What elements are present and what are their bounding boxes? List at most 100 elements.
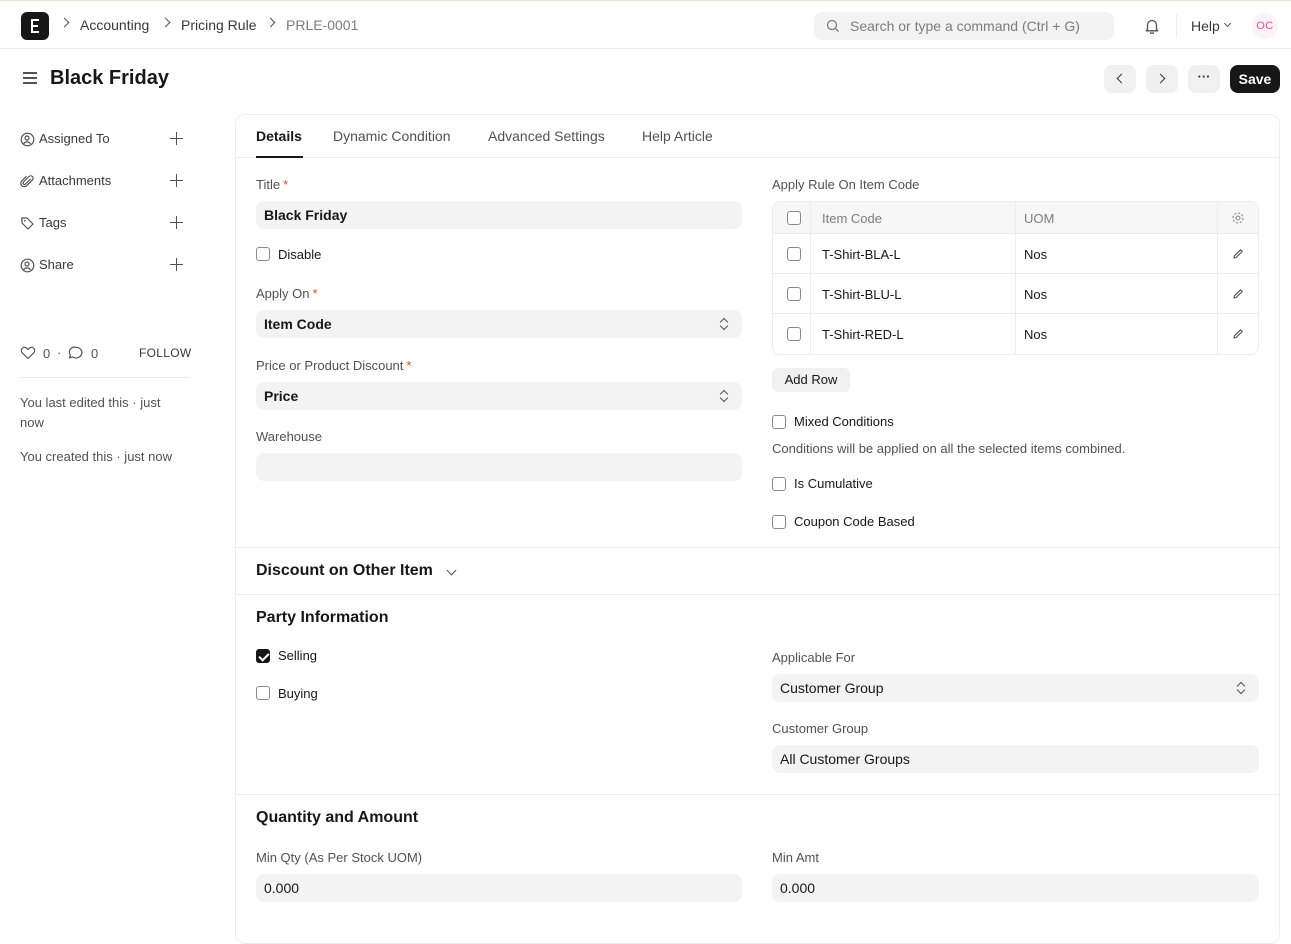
page-title: Black Friday	[50, 67, 169, 89]
heart-icon[interactable]	[20, 346, 36, 360]
tag-icon	[21, 217, 34, 230]
selling-label: Selling	[278, 648, 318, 663]
section-divider	[236, 794, 1279, 795]
breadcrumb-separator-icon	[265, 17, 276, 28]
bell-icon[interactable]	[1143, 17, 1161, 35]
section-party-information: Party Information	[256, 609, 389, 626]
is-cumulative-label: Is Cumulative	[794, 476, 873, 491]
row-checkbox[interactable]	[787, 327, 801, 341]
column-header-uom: UOM	[1024, 211, 1055, 226]
row-checkbox[interactable]	[787, 287, 801, 301]
is-cumulative-checkbox[interactable]	[772, 477, 786, 491]
disable-checkbox[interactable]	[256, 247, 270, 261]
apply-on-select[interactable]: Item Code	[256, 310, 742, 338]
disable-label: Disable	[278, 247, 322, 262]
table-row[interactable]: T-Shirt-BLA-L Nos	[773, 234, 1258, 274]
save-button[interactable]: Save	[1230, 65, 1280, 93]
tab-help-article[interactable]: Help Article	[642, 128, 713, 144]
buying-label: Buying	[278, 686, 318, 701]
app-logo[interactable]	[21, 12, 49, 40]
comment-icon[interactable]	[68, 346, 84, 360]
follow-button[interactable]: FOLLOW	[139, 346, 191, 360]
edit-pencil-icon[interactable]	[1232, 248, 1244, 260]
min-amt-field[interactable]: 0.000	[772, 874, 1259, 902]
navbar: Accounting Pricing Rule PRLE-0001 Search…	[0, 0, 1291, 49]
min-amt-label: Min Amt	[772, 850, 819, 865]
breadcrumb-pricing-rule[interactable]: Pricing Rule	[181, 17, 256, 33]
section-quantity-amount: Quantity and Amount	[256, 809, 419, 826]
edit-pencil-icon[interactable]	[1232, 288, 1244, 300]
edit-pencil-icon[interactable]	[1232, 328, 1244, 340]
required-mark: *	[283, 177, 289, 192]
add-attachment-icon[interactable]	[170, 174, 183, 187]
select-arrows-icon	[720, 390, 728, 402]
search-icon	[826, 19, 839, 32]
mixed-conditions-label: Mixed Conditions	[794, 414, 894, 429]
warehouse-field[interactable]	[256, 453, 742, 481]
help-dropdown[interactable]: Help	[1191, 18, 1220, 34]
item-code-cell[interactable]: T-Shirt-BLU-L	[822, 287, 901, 302]
table-header: Item Code UOM	[773, 202, 1258, 234]
column-divider	[1217, 202, 1218, 354]
sidebar-toggle-icon[interactable]	[23, 72, 37, 84]
column-divider	[810, 202, 811, 354]
min-qty-label: Min Qty (As Per Stock UOM)	[256, 850, 423, 865]
add-assignment-icon[interactable]	[170, 132, 183, 145]
coupon-code-label: Coupon Code Based	[794, 514, 915, 529]
title-label: Title *	[256, 177, 289, 192]
uom-cell[interactable]: Nos	[1024, 287, 1047, 302]
title-field[interactable]: Black Friday	[256, 201, 742, 229]
tab-details[interactable]: Details	[256, 128, 302, 144]
comment-count: 0	[91, 346, 99, 361]
apply-rule-label: Apply Rule On Item Code	[772, 177, 920, 192]
sidebar-item-share[interactable]: Share	[20, 257, 74, 273]
selling-checkbox[interactable]	[256, 649, 270, 663]
table-row[interactable]: T-Shirt-RED-L Nos	[773, 314, 1258, 354]
apply-on-label: Apply On *	[256, 286, 318, 301]
add-share-icon[interactable]	[170, 258, 183, 271]
price-or-product-label: Price or Product Discount *	[256, 358, 412, 373]
row-checkbox[interactable]	[787, 247, 801, 261]
chevron-left-icon	[1116, 73, 1127, 84]
section-discount-other-item[interactable]: Discount on Other Item	[256, 562, 433, 580]
mixed-conditions-checkbox[interactable]	[772, 415, 786, 429]
next-doc-button[interactable]	[1146, 65, 1178, 93]
item-code-cell[interactable]: T-Shirt-BLA-L	[822, 247, 901, 262]
previous-doc-button[interactable]	[1104, 65, 1136, 93]
avatar[interactable]: OC	[1252, 13, 1278, 39]
table-row[interactable]: T-Shirt-BLU-L Nos	[773, 274, 1258, 314]
add-row-button[interactable]: Add Row	[772, 368, 850, 392]
coupon-code-checkbox[interactable]	[772, 515, 786, 529]
uom-cell[interactable]: Nos	[1024, 247, 1047, 262]
section-divider	[236, 547, 1279, 548]
last-edited-text: You last edited this · just now	[20, 395, 161, 430]
sidebar-item-label: Tags	[39, 215, 67, 230]
customer-group-label: Customer Group	[772, 721, 869, 736]
select-all-checkbox[interactable]	[787, 211, 801, 225]
min-qty-field[interactable]: 0.000	[256, 874, 742, 902]
applicable-for-select[interactable]: Customer Group	[772, 674, 1259, 702]
column-divider	[1015, 202, 1016, 354]
add-tag-icon[interactable]	[170, 216, 183, 229]
tab-advanced-settings[interactable]: Advanced Settings	[488, 128, 605, 144]
paperclip-icon	[20, 175, 34, 188]
sidebar-item-attachments[interactable]: Attachments	[20, 173, 111, 189]
uom-cell[interactable]: Nos	[1024, 327, 1047, 342]
search-input[interactable]: Search or type a command (Ctrl + G)	[850, 18, 1080, 34]
search-bar[interactable]: Search or type a command (Ctrl + G)	[814, 12, 1114, 40]
created-text: You created this · just now	[20, 449, 172, 464]
section-divider	[236, 594, 1279, 595]
customer-group-field[interactable]: All Customer Groups	[772, 745, 1259, 773]
gear-icon[interactable]	[1231, 211, 1245, 225]
mixed-conditions-description: Conditions will be applied on all the se…	[772, 441, 1126, 456]
tab-dynamic-condition[interactable]: Dynamic Condition	[333, 128, 451, 144]
required-mark: *	[312, 286, 318, 301]
more-options-button[interactable]: ···	[1188, 65, 1220, 93]
item-code-table: Item Code UOM T-Shirt-BLA-L Nos T-Shirt-…	[772, 201, 1259, 355]
item-code-cell[interactable]: T-Shirt-RED-L	[822, 327, 904, 342]
buying-checkbox[interactable]	[256, 686, 270, 700]
price-or-product-select[interactable]: Price	[256, 382, 742, 410]
sidebar-item-assigned-to[interactable]: Assigned To	[20, 131, 110, 147]
sidebar-item-tags[interactable]: Tags	[20, 215, 66, 231]
breadcrumb-accounting[interactable]: Accounting	[80, 17, 149, 33]
